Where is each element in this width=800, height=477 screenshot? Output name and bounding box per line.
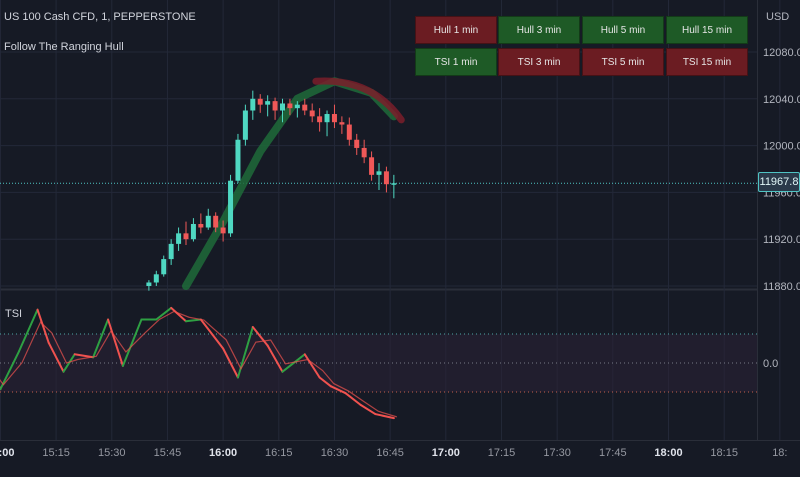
candle-body — [191, 224, 196, 239]
time-tick-label: 17:15 — [488, 447, 516, 459]
price-tick-label: 11880.0 — [763, 281, 800, 293]
candle-body — [377, 171, 382, 175]
currency-label: USD — [766, 11, 789, 23]
candle-body — [161, 259, 166, 274]
candle-body — [384, 171, 389, 184]
price-tick-label: 12000.0 — [763, 141, 800, 153]
candle-body — [339, 122, 344, 124]
candle-body — [302, 105, 307, 111]
time-tick-label: 17:45 — [599, 447, 627, 459]
candle-body — [221, 228, 226, 234]
candle-body — [280, 103, 285, 110]
candle-body — [250, 99, 255, 111]
time-tick-label: 15:30 — [98, 447, 126, 459]
candle-body — [198, 224, 203, 228]
price-tick-label: 12040.0 — [763, 94, 800, 106]
candle-body — [228, 181, 233, 234]
time-tick-label: 15:15 — [42, 447, 70, 459]
candle-body — [347, 125, 352, 140]
candle-body — [354, 140, 359, 148]
candle-body — [154, 274, 159, 282]
candle-body — [362, 148, 367, 157]
time-tick-label: 18: — [772, 447, 787, 459]
time-tick-label: 16:15 — [265, 447, 293, 459]
time-tick-label: 16:45 — [376, 447, 404, 459]
candle-body — [146, 282, 151, 286]
tsi-band — [0, 334, 757, 392]
time-tick-label: 16:30 — [321, 447, 349, 459]
candle-body — [287, 103, 292, 108]
status-cell-tsi-3-min: TSI 3 min — [498, 48, 580, 76]
candle-body — [243, 111, 248, 140]
time-tick-label: 17:00 — [432, 447, 460, 459]
candle-body — [235, 140, 240, 181]
candle-body — [310, 111, 315, 117]
status-cell-tsi-15-min: TSI 15 min — [666, 48, 748, 76]
current-price-tag: 11967.8 — [758, 172, 800, 192]
tsi-tick-label: 0.0 — [763, 358, 778, 370]
time-tick-label: 17:30 — [543, 447, 571, 459]
candle-body — [317, 116, 322, 122]
time-tick-label: 18:15 — [710, 447, 738, 459]
status-cell-tsi-1-min: TSI 1 min — [415, 48, 497, 76]
candle-body — [176, 233, 181, 244]
candle-body — [273, 101, 278, 110]
chart-title: US 100 Cash CFD, 1, PEPPERSTONE — [4, 11, 196, 23]
tsi-pane-label: TSI — [5, 308, 22, 320]
candle-body — [258, 99, 263, 105]
price-tick-label: 12080.0 — [763, 47, 800, 59]
indicator-name: Follow The Ranging Hull — [4, 41, 124, 53]
candle-body — [184, 233, 189, 239]
status-cell-hull-1-min: Hull 1 min — [415, 16, 497, 44]
time-tick-label: 18:00 — [654, 447, 682, 459]
candle-body — [206, 216, 211, 228]
time-tick-label: 16:00 — [209, 447, 237, 459]
status-cell-tsi-5-min: TSI 5 min — [582, 48, 664, 76]
candle-body — [391, 183, 396, 185]
candle-body — [169, 244, 174, 259]
candle-body — [325, 114, 330, 122]
price-tick-label: 11920.0 — [763, 234, 800, 246]
status-cell-hull-5-min: Hull 5 min — [582, 16, 664, 44]
candle-body — [295, 105, 300, 109]
candle-body — [332, 114, 337, 122]
candle-body — [369, 157, 374, 175]
candle-body — [265, 101, 270, 105]
time-tick-label: 15:45 — [154, 447, 182, 459]
time-tick-label: 15:00 — [0, 447, 14, 459]
status-cell-hull-3-min: Hull 3 min — [498, 16, 580, 44]
candle-body — [213, 216, 218, 228]
status-cell-hull-15-min: Hull 15 min — [666, 16, 748, 44]
